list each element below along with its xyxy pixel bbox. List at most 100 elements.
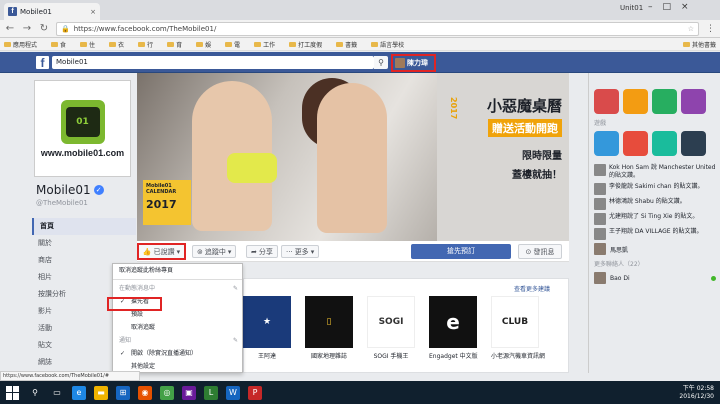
firefox-icon[interactable]: ◉ <box>138 385 152 400</box>
bookmark-item[interactable]: 工作 <box>254 40 275 49</box>
contact-item[interactable]: Bao Di <box>594 272 716 284</box>
close-tab-icon[interactable]: × <box>90 8 96 16</box>
taskbar-clock[interactable]: 下午 02:58 2016/12/30 <box>679 385 714 401</box>
explorer-icon[interactable]: ▬ <box>94 385 108 400</box>
bookmark-item[interactable]: 行 <box>138 40 153 49</box>
buy-button[interactable]: 搶先預訂 <box>411 244 511 259</box>
cover-model-right <box>317 83 387 233</box>
bookmark-item[interactable]: 住 <box>80 40 95 49</box>
suggested-page[interactable]: CLUB 小老源汽機車資訊網 <box>491 296 545 360</box>
bookmark-item[interactable]: 打工度假 <box>289 40 322 49</box>
bookmark-item[interactable]: 書籤 <box>336 40 357 49</box>
more-button[interactable]: ··· 更多 ▾ <box>281 245 320 258</box>
other-bookmarks[interactable]: 其他書籤 <box>682 40 716 49</box>
contact-item[interactable]: 馬思凱 <box>594 243 716 255</box>
task-view-icon[interactable]: ▭ <box>50 386 64 400</box>
page-profile-picture[interactable]: 01 www.mobile01.com <box>34 80 131 177</box>
start-icon[interactable] <box>6 385 20 400</box>
bookmark-item[interactable]: 衣 <box>109 40 124 49</box>
bookmark-label: 育 <box>176 41 183 49</box>
game-icon[interactable] <box>594 89 619 114</box>
bookmark-item[interactable]: 育 <box>167 40 182 49</box>
unfollow-item[interactable]: 取消追蹤 <box>113 321 242 334</box>
bookmark-label: 工作 <box>263 41 276 49</box>
section-label: 在動態消息中 <box>119 285 156 292</box>
bookmark-item[interactable]: 應用程式 <box>4 40 37 49</box>
game-icon[interactable] <box>594 131 619 156</box>
close-window-icon[interactable]: × <box>681 2 689 12</box>
game-icon[interactable] <box>623 131 648 156</box>
bookmark-item[interactable]: 食 <box>51 40 66 49</box>
cal-year: 2017 <box>146 198 177 211</box>
edge-icon[interactable]: e <box>72 385 86 400</box>
ticker-item[interactable]: 林德鴻說 Shabu 的貼文讚。 <box>594 198 716 210</box>
ticker-item[interactable]: 王子翔說 DA VILLAGE 的貼文讚。 <box>594 228 716 240</box>
logo-face: 01 <box>65 106 100 137</box>
bookmark-star-icon[interactable]: ☆ <box>688 25 694 33</box>
browser-menu-icon[interactable]: ⋮ <box>706 24 715 34</box>
edit-icon[interactable]: ✎ <box>233 334 238 347</box>
status-url: https://www.facebook.com/TheMobile01/# <box>0 371 140 381</box>
search-icon[interactable]: ⚲ <box>374 56 388 69</box>
browser-tab[interactable]: f Mobile01 × <box>4 3 100 20</box>
contact-name: Bao Di <box>610 274 630 282</box>
bookmark-label: 打工度假 <box>298 41 323 49</box>
suggested-page[interactable]: e Engadget 中文版 <box>429 296 478 360</box>
game-icon[interactable] <box>652 89 677 114</box>
cover-bikini <box>227 153 277 183</box>
url-field[interactable]: 🔒 https://www.facebook.com/TheMobile01/ … <box>56 21 699 36</box>
search-icon[interactable]: ⚲ <box>28 386 42 400</box>
ticker-item[interactable]: 李俊龍說 Sakimi chan 的貼文讚。 <box>594 183 716 195</box>
minimize-icon[interactable]: – <box>648 2 653 12</box>
maximize-icon[interactable]: □ <box>663 2 672 12</box>
bookmark-item[interactable]: 電 <box>225 40 240 49</box>
app-icon[interactable]: ▣ <box>182 385 196 400</box>
nav-item-about[interactable]: 關於 <box>32 235 136 252</box>
bookmark-label: 娛 <box>205 41 212 49</box>
game-icon[interactable] <box>652 131 677 156</box>
avatar <box>594 228 606 240</box>
liked-label: 已說讚 <box>153 247 175 256</box>
profile-picture-inner: 01 www.mobile01.com <box>38 84 127 173</box>
suggested-page[interactable]: SOGI SOGI 手機王 <box>367 296 415 360</box>
game-icon[interactable] <box>681 89 706 114</box>
facebook-search-input[interactable]: Mobile01 <box>52 56 374 69</box>
suggested-page[interactable]: ▯ 國家地理雜誌 <box>305 296 353 360</box>
reload-icon[interactable]: ↻ <box>39 23 49 34</box>
ticker-item[interactable]: Kok Hon Sam 說 Manchester United 的貼文讚。 <box>594 164 716 180</box>
game-icon[interactable] <box>623 89 648 114</box>
powerpoint-icon[interactable]: P <box>248 385 262 400</box>
nav-item-home[interactable]: 首頁 <box>32 218 136 235</box>
back-icon[interactable]: ← <box>5 23 15 34</box>
liked-button[interactable]: 👍 已說讚 ▾ <box>137 243 186 260</box>
bookmark-label: 住 <box>89 41 96 49</box>
unfollow-page-item[interactable]: 取消追蹤此粉絲專頁 <box>113 264 242 277</box>
menu-section-header: 在動態消息中 ✎ <box>113 282 242 295</box>
chrome-icon[interactable]: ◎ <box>160 385 174 400</box>
more-contacts-label: 更多聯絡人（22） <box>594 261 644 268</box>
line-icon[interactable]: L <box>204 385 218 400</box>
bookmark-item[interactable]: 娛 <box>196 40 211 49</box>
bookmark-label: 食 <box>60 41 67 49</box>
suggested-page[interactable]: ★ 王阿達 <box>243 296 291 360</box>
share-button[interactable]: ➦ 分享 <box>246 245 278 258</box>
edit-icon[interactable]: ✎ <box>233 282 238 295</box>
facebook-logo-icon[interactable]: f <box>36 56 49 70</box>
ticker-item[interactable]: 尤建翔說了 Si Ting Xie 的貼文。 <box>594 213 716 225</box>
word-icon[interactable]: W <box>226 385 240 400</box>
window-controls: – □ × <box>648 2 689 12</box>
see-more-suggestions-link[interactable]: 查看更多建議 <box>514 284 550 293</box>
message-button[interactable]: ⊙ 發訊息 <box>518 244 562 259</box>
store-icon[interactable]: ⊞ <box>116 385 130 400</box>
following-button[interactable]: ⊚ 追蹤中 ▾ <box>192 245 237 258</box>
notify-item[interactable]: ✓ 開啟（除實況直播通知） <box>113 347 242 360</box>
bookmark-item[interactable]: 語言學校 <box>371 40 404 49</box>
forward-icon[interactable]: → <box>22 23 32 34</box>
following-label: 追蹤中 <box>204 247 226 256</box>
games-row <box>594 89 716 114</box>
clock-time: 下午 02:58 <box>682 384 714 392</box>
like-options-menu: 取消追蹤此粉絲專頁 在動態消息中 ✎ ✓ 搶先看 預設 取消追蹤 通知 ✎ ✓ 開啟（除… <box>112 263 243 373</box>
address-bar: ← → ↻ 🔒 https://www.facebook.com/TheMobi… <box>0 20 720 38</box>
game-icon[interactable] <box>681 131 706 156</box>
profile-link[interactable]: 陳力瑋 <box>391 54 436 72</box>
